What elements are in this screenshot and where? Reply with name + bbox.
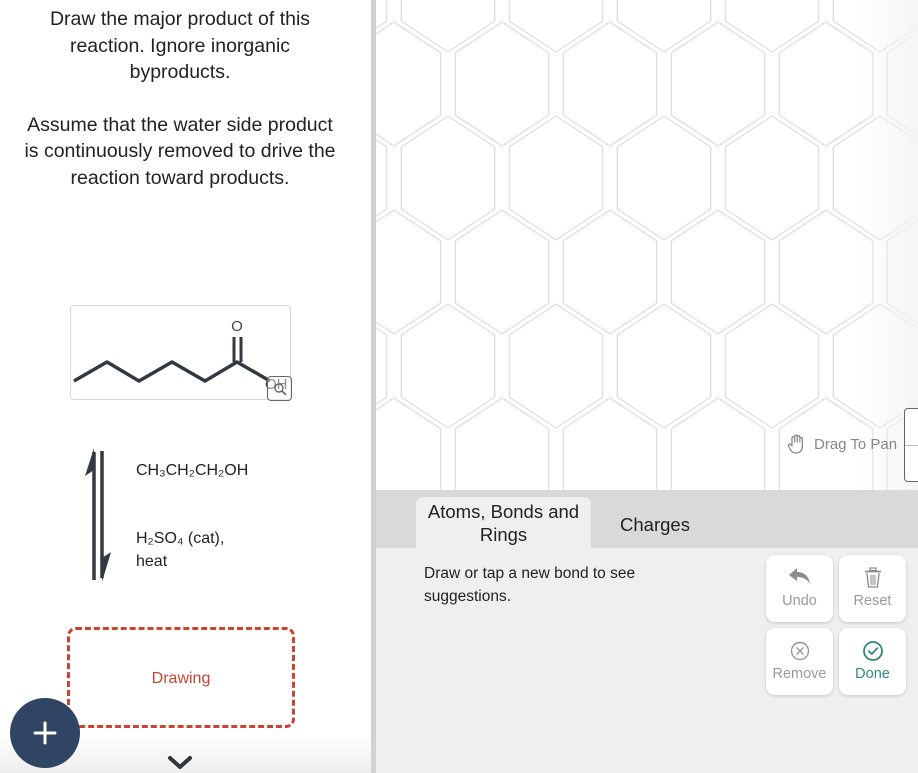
hex-cell bbox=[670, 21, 766, 147]
suggestion-hint: Draw or tap a new bond to see suggestion… bbox=[424, 565, 636, 605]
undo-button[interactable]: Undo bbox=[766, 555, 833, 622]
plus-icon bbox=[33, 721, 57, 745]
check-circle-icon bbox=[862, 641, 883, 661]
hex-grid bbox=[376, 0, 918, 490]
hex-cell bbox=[400, 0, 496, 53]
add-button[interactable] bbox=[10, 698, 80, 768]
hexanoic-acid-skeletal: O OH bbox=[73, 318, 288, 393]
remove-button[interactable]: Remove bbox=[766, 628, 833, 695]
hex-cell bbox=[562, 209, 658, 335]
drawing-canvas[interactable]: Drag To Pan bbox=[376, 0, 918, 490]
side-panel-handle[interactable] bbox=[904, 408, 918, 482]
hex-cell bbox=[724, 0, 820, 53]
carbonyl-oxygen-label: O bbox=[231, 318, 243, 335]
remove-label: Remove bbox=[772, 666, 827, 682]
reagent-acid-catalyst: H₂SO₄ (cat), heat bbox=[136, 530, 225, 570]
hex-cell bbox=[454, 209, 550, 335]
answer-drawing-slot[interactable]: Drawing bbox=[67, 627, 295, 728]
hex-cell bbox=[562, 21, 658, 147]
hex-cell bbox=[508, 303, 604, 429]
drag-to-pan-hint: Drag To Pan bbox=[786, 433, 897, 455]
undo-icon bbox=[788, 568, 810, 584]
hand-icon bbox=[787, 434, 804, 454]
close-circle-icon bbox=[790, 641, 809, 661]
hex-cell bbox=[376, 397, 442, 490]
question-text: Draw the major product of this reaction.… bbox=[20, 6, 340, 217]
tool-panel: Draw or tap a new bond to see suggestion… bbox=[376, 548, 918, 773]
hex-cell bbox=[670, 397, 766, 490]
hex-cell bbox=[616, 303, 712, 429]
hex-cell bbox=[616, 115, 712, 241]
carbon-chain bbox=[73, 360, 271, 383]
hex-cell bbox=[454, 397, 550, 490]
question-panel: Draw the major product of this reaction.… bbox=[0, 0, 371, 773]
magnify-icon bbox=[274, 383, 287, 396]
question-assumption: Assume that the water side product is co… bbox=[24, 113, 336, 189]
hex-cell bbox=[400, 303, 496, 429]
zoom-structure-button[interactable] bbox=[267, 376, 292, 401]
hex-cell bbox=[616, 0, 712, 53]
done-label: Done bbox=[855, 666, 890, 682]
hex-cell bbox=[508, 0, 604, 53]
hex-cell bbox=[724, 303, 820, 429]
hex-cell bbox=[376, 0, 388, 29]
undo-label: Undo bbox=[782, 593, 817, 609]
drag-to-pan-label: Drag To Pan bbox=[814, 435, 898, 453]
hex-cell bbox=[400, 115, 496, 241]
reactant-structure: O OH bbox=[70, 305, 292, 401]
reset-button[interactable]: Reset bbox=[839, 555, 906, 622]
hex-cell bbox=[724, 115, 820, 241]
drawing-label: Drawing bbox=[151, 670, 211, 687]
reagent-alcohol: CH₃CH₂CH₂OH bbox=[136, 462, 249, 479]
hex-cell bbox=[562, 397, 658, 490]
tab-atoms-bonds-rings[interactable]: Atoms, Bonds and Rings bbox=[416, 497, 591, 548]
chevron-down-icon[interactable] bbox=[166, 754, 194, 772]
hex-cell bbox=[670, 209, 766, 335]
hex-cell bbox=[454, 21, 550, 147]
done-button[interactable]: Done bbox=[839, 628, 906, 695]
question-instruction: Draw the major product of this reaction.… bbox=[49, 8, 311, 83]
hex-cell bbox=[508, 115, 604, 241]
trash-icon bbox=[864, 567, 881, 588]
reset-label: Reset bbox=[853, 593, 892, 609]
tab-charges[interactable]: Charges bbox=[596, 497, 714, 548]
equilibrium-arrows-icon bbox=[85, 448, 111, 582]
tool-tabs: Atoms, Bonds and Rings Charges bbox=[376, 490, 918, 548]
